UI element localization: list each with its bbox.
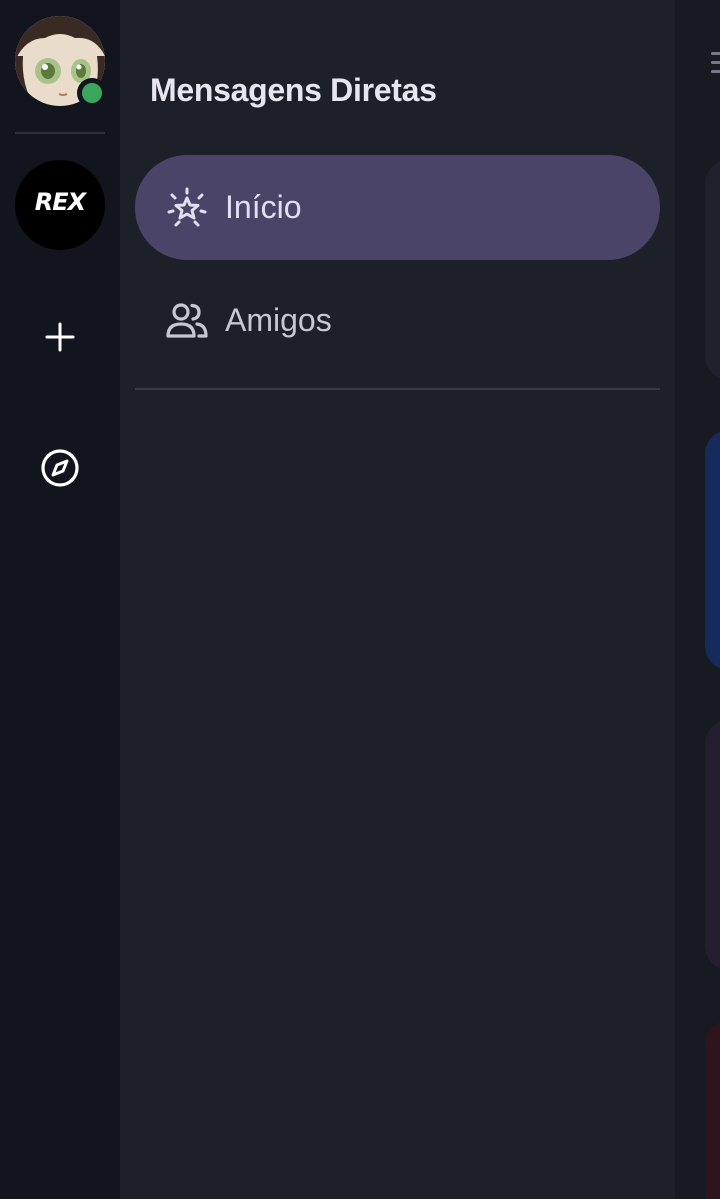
app-root: REX Mensagens Diretas Início Amigos (0, 0, 720, 1199)
sparkle-star-icon (165, 186, 209, 230)
panel-divider (135, 388, 660, 390)
content-card[interactable] (705, 430, 720, 670)
friends-icon (165, 299, 209, 343)
add-server-button[interactable] (15, 292, 105, 382)
nav-item-friends[interactable]: Amigos (135, 268, 660, 373)
direct-messages-panel: Mensagens Diretas Início Amigos (120, 0, 675, 1199)
content-card[interactable] (705, 160, 720, 380)
rail-divider (15, 132, 105, 134)
server-rail: REX (0, 0, 120, 1199)
page-title: Mensagens Diretas (150, 72, 437, 108)
content-card[interactable] (705, 720, 720, 970)
user-avatar-button[interactable] (15, 16, 107, 108)
content-card[interactable] (705, 1020, 720, 1199)
compass-icon (41, 449, 79, 487)
main-content-peek (675, 0, 720, 1199)
hamburger-icon[interactable] (711, 52, 720, 76)
nav-item-home[interactable]: Início (135, 155, 660, 260)
server-rex-button[interactable]: REX (15, 160, 105, 250)
plus-icon (45, 322, 75, 352)
online-status-indicator (77, 78, 107, 108)
server-logo-text: REX (34, 188, 86, 216)
explore-servers-button[interactable] (15, 423, 105, 513)
nav-item-label: Amigos (225, 302, 332, 338)
nav-item-label: Início (225, 189, 302, 225)
